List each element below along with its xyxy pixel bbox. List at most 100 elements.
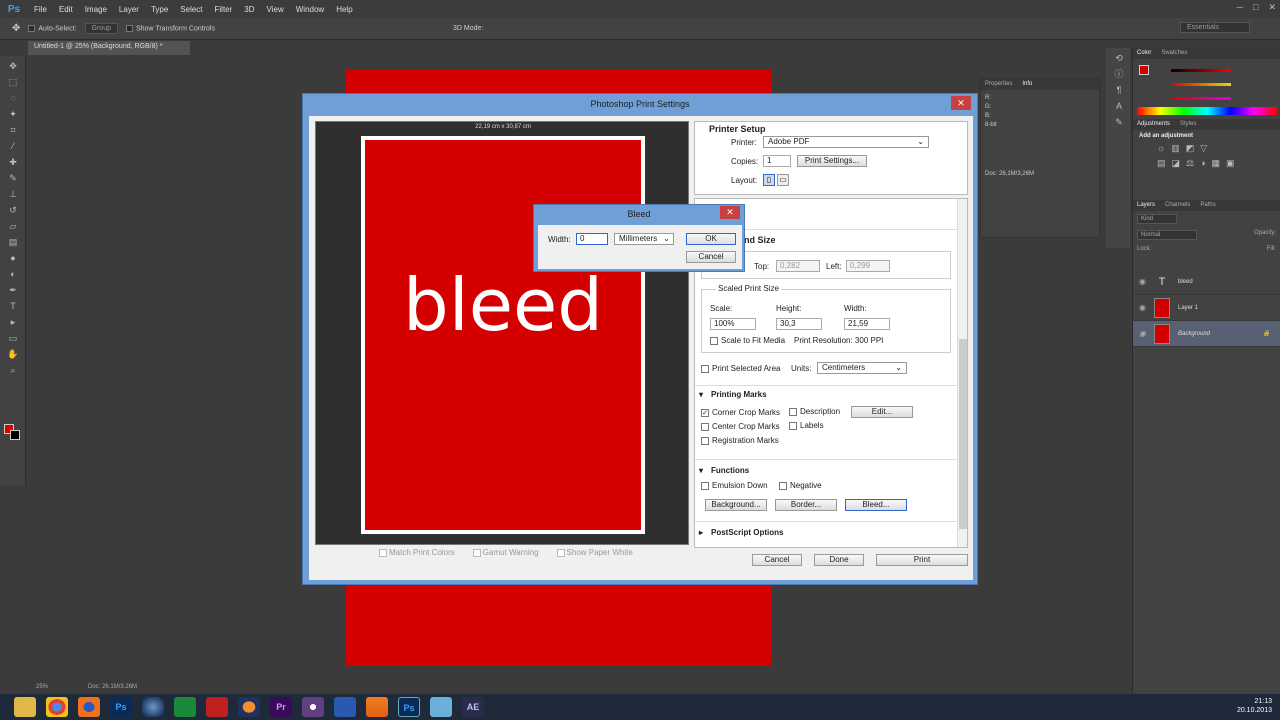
scrollbar-thumb[interactable]	[959, 339, 967, 529]
units-select[interactable]: Centimeters ⌄	[817, 362, 907, 374]
move-icon[interactable]: ✥	[6, 60, 20, 72]
eye-icon[interactable]: ◉	[1139, 277, 1146, 286]
menu-image[interactable]: Image	[79, 5, 113, 14]
menu-window[interactable]: Window	[290, 5, 330, 14]
print-button[interactable]: Print	[876, 554, 968, 566]
done-button[interactable]: Done	[814, 554, 864, 566]
photoshop-active-icon[interactable]: Ps	[398, 697, 420, 717]
tab-color[interactable]: Color	[1137, 50, 1151, 57]
lasso-icon[interactable]: ◌	[6, 92, 20, 104]
chrome-icon[interactable]	[46, 697, 68, 717]
left-input[interactable]: 0,299	[846, 260, 890, 272]
bleed-unit-select[interactable]: Millimeters ⌄	[614, 233, 674, 245]
eye-icon[interactable]: ◉	[1139, 329, 1146, 338]
r-slider[interactable]	[1171, 69, 1231, 72]
zoom-level[interactable]: 25%	[36, 684, 48, 690]
border-button[interactable]: Border...	[775, 499, 837, 511]
print-settings-button[interactable]: Print Settings...	[797, 155, 867, 167]
pen-icon[interactable]: ✒	[6, 284, 20, 296]
magic-wand-icon[interactable]: ✦	[6, 108, 20, 120]
info-icon[interactable]: ⓘ	[1112, 68, 1126, 80]
tab-swatches[interactable]: Swatches	[1161, 50, 1187, 57]
tab-properties[interactable]: Properties	[985, 81, 1012, 88]
zoom-icon[interactable]: ⌕	[6, 364, 20, 376]
print-selected-area-checkbox[interactable]	[701, 365, 709, 373]
tab-adjustments[interactable]: Adjustments	[1137, 121, 1170, 128]
gradient-icon[interactable]: ▤	[6, 236, 20, 248]
healing-icon[interactable]: ✚	[6, 156, 20, 168]
tab-channels[interactable]: Channels	[1165, 202, 1190, 209]
path-select-icon[interactable]: ▸	[6, 316, 20, 328]
maximize-icon[interactable]: □	[1253, 2, 1258, 13]
postscript-toggle[interactable]: ▸	[699, 528, 703, 537]
character-icon[interactable]: A	[1112, 100, 1126, 112]
eye-icon[interactable]: ◉	[1139, 303, 1146, 312]
after-effects-icon[interactable]: AE	[462, 697, 484, 717]
tab-layers[interactable]: Layers	[1137, 202, 1155, 209]
show-transform-checkbox[interactable]	[126, 24, 133, 32]
close-icon[interactable]: ✕	[720, 206, 740, 219]
marquee-icon[interactable]: ⬚	[6, 76, 20, 88]
brush-preset-icon[interactable]: ✎	[1112, 116, 1126, 128]
center-crop-checkbox[interactable]	[701, 423, 709, 431]
height-input[interactable]: 30,3	[776, 318, 822, 330]
move-tool-icon[interactable]: ✥	[12, 23, 20, 34]
brush-icon[interactable]: ✎	[6, 172, 20, 184]
crop-icon[interactable]: ⌗	[6, 124, 20, 136]
menu-help[interactable]: Help	[330, 5, 358, 14]
adjustment-icons[interactable]: ☼▥◩▽	[1157, 143, 1256, 154]
printing-marks-toggle[interactable]: ▾	[699, 390, 703, 399]
scale-input[interactable]: 100%	[710, 318, 756, 330]
eyedropper-icon[interactable]: ⁄	[6, 140, 20, 152]
layer-row[interactable]: ◉ Layer 1	[1133, 295, 1280, 321]
preview-page[interactable]: bleed	[361, 136, 645, 534]
firefox-icon[interactable]	[78, 697, 100, 717]
background-button[interactable]: Background...	[705, 499, 767, 511]
cancel-button[interactable]: Cancel	[752, 554, 802, 566]
adjustment-icons-2[interactable]: ▤◪⚖◑▦▣	[1157, 158, 1256, 169]
bleed-width-input[interactable]: 0	[576, 233, 608, 245]
tab-styles[interactable]: Styles	[1180, 121, 1196, 128]
registration-checkbox[interactable]	[701, 437, 709, 445]
menu-layer[interactable]: Layer	[113, 5, 145, 14]
word-icon[interactable]	[334, 697, 356, 717]
portrait-icon[interactable]: ▯	[763, 174, 775, 186]
tab-info[interactable]: Info	[1022, 81, 1032, 88]
labels-checkbox[interactable]	[789, 422, 797, 430]
negative-checkbox[interactable]	[779, 482, 787, 490]
eraser-icon[interactable]: ▱	[6, 220, 20, 232]
menu-3d[interactable]: 3D	[238, 5, 260, 14]
edit-button[interactable]: Edit...	[851, 406, 913, 418]
width-input[interactable]: 21,59	[844, 318, 890, 330]
menu-edit[interactable]: Edit	[53, 5, 79, 14]
settings-scrollbar[interactable]	[957, 199, 967, 547]
background-color[interactable]	[10, 430, 20, 440]
acrobat-icon[interactable]	[206, 697, 228, 717]
description-checkbox[interactable]	[789, 408, 797, 416]
blend-mode[interactable]: Normal	[1137, 230, 1197, 240]
gamut-warning-checkbox[interactable]	[472, 548, 481, 557]
show-paper-white-checkbox[interactable]	[556, 548, 565, 557]
minimize-icon[interactable]: ─	[1237, 2, 1243, 13]
close-icon[interactable]: ✕	[951, 96, 971, 110]
top-input[interactable]: 0,282	[776, 260, 820, 272]
stamp-icon[interactable]: ⊥	[6, 188, 20, 200]
kind-filter[interactable]: Kind	[1137, 214, 1177, 224]
blur-icon[interactable]: ●	[6, 252, 20, 264]
printer-select[interactable]: Adobe PDF ⌄	[763, 136, 929, 148]
hand-icon[interactable]: ✋	[6, 348, 20, 360]
corner-crop-checkbox[interactable]: ✓	[701, 409, 709, 417]
workspace-dropdown[interactable]: Essentials	[1180, 22, 1250, 33]
history-brush-icon[interactable]: ↺	[6, 204, 20, 216]
menu-type[interactable]: Type	[145, 5, 174, 14]
bleed-button[interactable]: Bleed...	[845, 499, 907, 511]
photoshop-taskbar-icon[interactable]: Ps	[110, 697, 132, 717]
g-slider[interactable]	[1171, 83, 1231, 86]
match-print-colors-checkbox[interactable]	[379, 548, 387, 557]
layer-row-selected[interactable]: ◉ Background 🔒	[1133, 321, 1280, 347]
menu-select[interactable]: Select	[174, 5, 208, 14]
blender-icon[interactable]	[238, 697, 260, 717]
shape-icon[interactable]: ▭	[6, 332, 20, 344]
menu-view[interactable]: View	[261, 5, 290, 14]
copies-input[interactable]: 1	[763, 155, 791, 167]
